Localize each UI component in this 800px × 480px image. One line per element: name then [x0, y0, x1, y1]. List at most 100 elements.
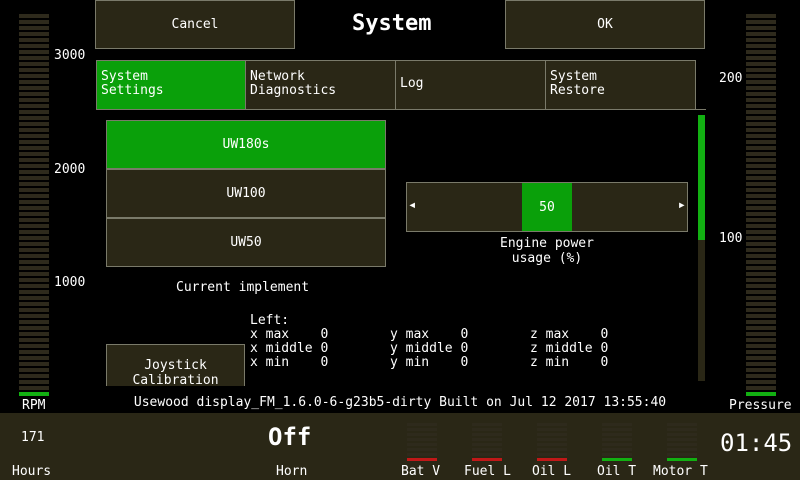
gauge-segment	[746, 380, 776, 384]
gauge-segment	[746, 32, 776, 36]
hours-value: 171	[21, 430, 45, 445]
gauge-segment	[19, 26, 49, 30]
gauge-segment	[746, 386, 776, 390]
gauge-segment	[746, 314, 776, 318]
gauge-segment	[19, 164, 49, 168]
ok-button[interactable]: OK	[505, 0, 705, 49]
joystick-calibration-button[interactable]: Joystick Calibration	[106, 344, 245, 386]
power-slider-thumb[interactable]: 50	[522, 183, 572, 231]
gauge-segment	[19, 218, 49, 222]
gauge-segment	[19, 86, 49, 90]
gauge-segment	[746, 254, 776, 258]
decrease-arrow-icon[interactable]: ◂	[408, 197, 416, 213]
horn-value[interactable]: Off	[268, 423, 311, 451]
gauge-segment	[19, 170, 49, 174]
rpm-tick-2000: 2000	[54, 162, 86, 177]
indicator-segment	[472, 443, 502, 446]
gauge-segment	[746, 338, 776, 342]
indicator-segment	[472, 433, 502, 436]
joystick-z-max: z max 0	[530, 327, 609, 342]
gauge-segment	[746, 272, 776, 276]
horn-label: Horn	[276, 464, 308, 479]
tab-network-diagnostics[interactable]: Network Diagnostics	[245, 60, 396, 110]
bat-v-label: Bat V	[401, 464, 441, 479]
gauge-segment	[19, 266, 49, 270]
gauge-segment	[746, 332, 776, 336]
gauge-segment	[19, 242, 49, 246]
gauge-segment	[19, 356, 49, 360]
gauge-segment	[19, 200, 49, 204]
gauge-segment	[746, 302, 776, 306]
gauge-segment	[746, 14, 776, 18]
gauge-segment	[746, 26, 776, 30]
gauge-segment	[19, 332, 49, 336]
power-caption-line1: Engine power	[500, 236, 594, 251]
tab-system-settings[interactable]: System Settings	[96, 60, 246, 110]
gauge-segment	[19, 182, 49, 186]
power-slider[interactable]: ◂ 50 ▸	[406, 182, 688, 232]
gauge-segment	[746, 152, 776, 156]
indicator-segment	[537, 428, 567, 431]
gauge-segment	[19, 20, 49, 24]
gauge-segment	[746, 98, 776, 102]
gauge-segment	[746, 104, 776, 108]
gauge-segment	[19, 152, 49, 156]
gauge-segment	[746, 374, 776, 378]
gauge-segment	[746, 326, 776, 330]
gauge-segment	[19, 338, 49, 342]
gauge-segment	[746, 362, 776, 366]
gauge-segment	[746, 200, 776, 204]
gauge-segment	[746, 146, 776, 150]
gauge-segment	[19, 380, 49, 384]
gauge-segment	[746, 38, 776, 42]
gauge-segment	[746, 92, 776, 96]
joystick-z-min: z min 0	[530, 355, 609, 370]
scrollbar-track[interactable]	[698, 115, 705, 381]
scrollbar-thumb[interactable]	[698, 115, 705, 240]
gauge-segment	[746, 50, 776, 54]
gauge-segment	[19, 116, 49, 120]
indicator-segment	[537, 438, 567, 441]
gauge-segment	[746, 206, 776, 210]
gauge-segment	[19, 272, 49, 276]
implement-option-uw100[interactable]: UW100	[106, 169, 386, 218]
joystick-x-max: x max 0	[250, 327, 329, 342]
implement-option-uw50[interactable]: UW50	[106, 218, 386, 267]
implement-option-uw180s[interactable]: UW180s	[106, 120, 386, 169]
indicator-segment	[667, 433, 697, 436]
gauge-segment	[19, 62, 49, 66]
gauge-segment	[746, 140, 776, 144]
rpm-tick-1000: 1000	[54, 275, 86, 290]
gauge-segment	[746, 56, 776, 60]
cancel-button[interactable]: Cancel	[95, 0, 295, 49]
tab-log[interactable]: Log	[395, 60, 546, 110]
page-title: System	[352, 11, 432, 36]
gauge-segment	[746, 368, 776, 372]
tab-system-restore[interactable]: System Restore	[545, 60, 696, 110]
gauge-segment	[746, 128, 776, 132]
indicator-segment	[537, 433, 567, 436]
gauge-segment	[746, 122, 776, 126]
joystick-x-min: x min 0	[250, 355, 329, 370]
gauge-segment	[19, 146, 49, 150]
gauge-segment	[19, 320, 49, 324]
gauge-segment	[19, 140, 49, 144]
gauge-segment	[746, 278, 776, 282]
rpm-tick-3000: 3000	[54, 48, 86, 63]
gauge-segment	[19, 290, 49, 294]
gauge-segment	[19, 92, 49, 96]
indicator-segment	[407, 453, 437, 456]
gauge-segment	[19, 80, 49, 84]
gauge-segment	[19, 326, 49, 330]
indicator-segment	[667, 453, 697, 456]
tab-underline	[96, 109, 706, 110]
indicator-segment	[602, 433, 632, 436]
gauge-segment	[19, 158, 49, 162]
gauge-segment	[746, 350, 776, 354]
increase-arrow-icon[interactable]: ▸	[678, 197, 686, 213]
gauge-segment	[19, 254, 49, 258]
gauge-segment	[19, 386, 49, 390]
gauge-segment	[746, 266, 776, 270]
gauge-segment	[746, 134, 776, 138]
gauge-segment	[746, 212, 776, 216]
